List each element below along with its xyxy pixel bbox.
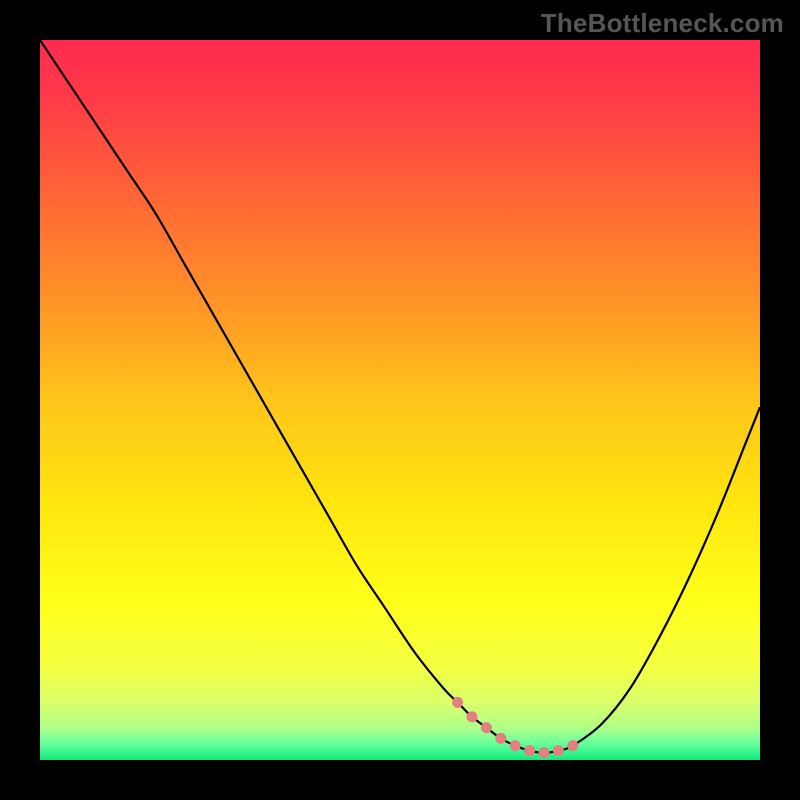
flat-region-markers [452,697,578,758]
plot-area [40,40,760,760]
bottleneck-curve [40,40,760,753]
marker-point [524,745,535,756]
marker-point [467,711,478,722]
marker-point [481,722,492,733]
marker-point [553,745,564,756]
marker-point [539,747,550,758]
curve-layer [40,40,760,760]
marker-point [452,697,463,708]
watermark-text: TheBottleneck.com [541,8,784,39]
marker-point [510,740,521,751]
chart-frame: TheBottleneck.com [0,0,800,800]
marker-point [495,733,506,744]
marker-point [567,740,578,751]
